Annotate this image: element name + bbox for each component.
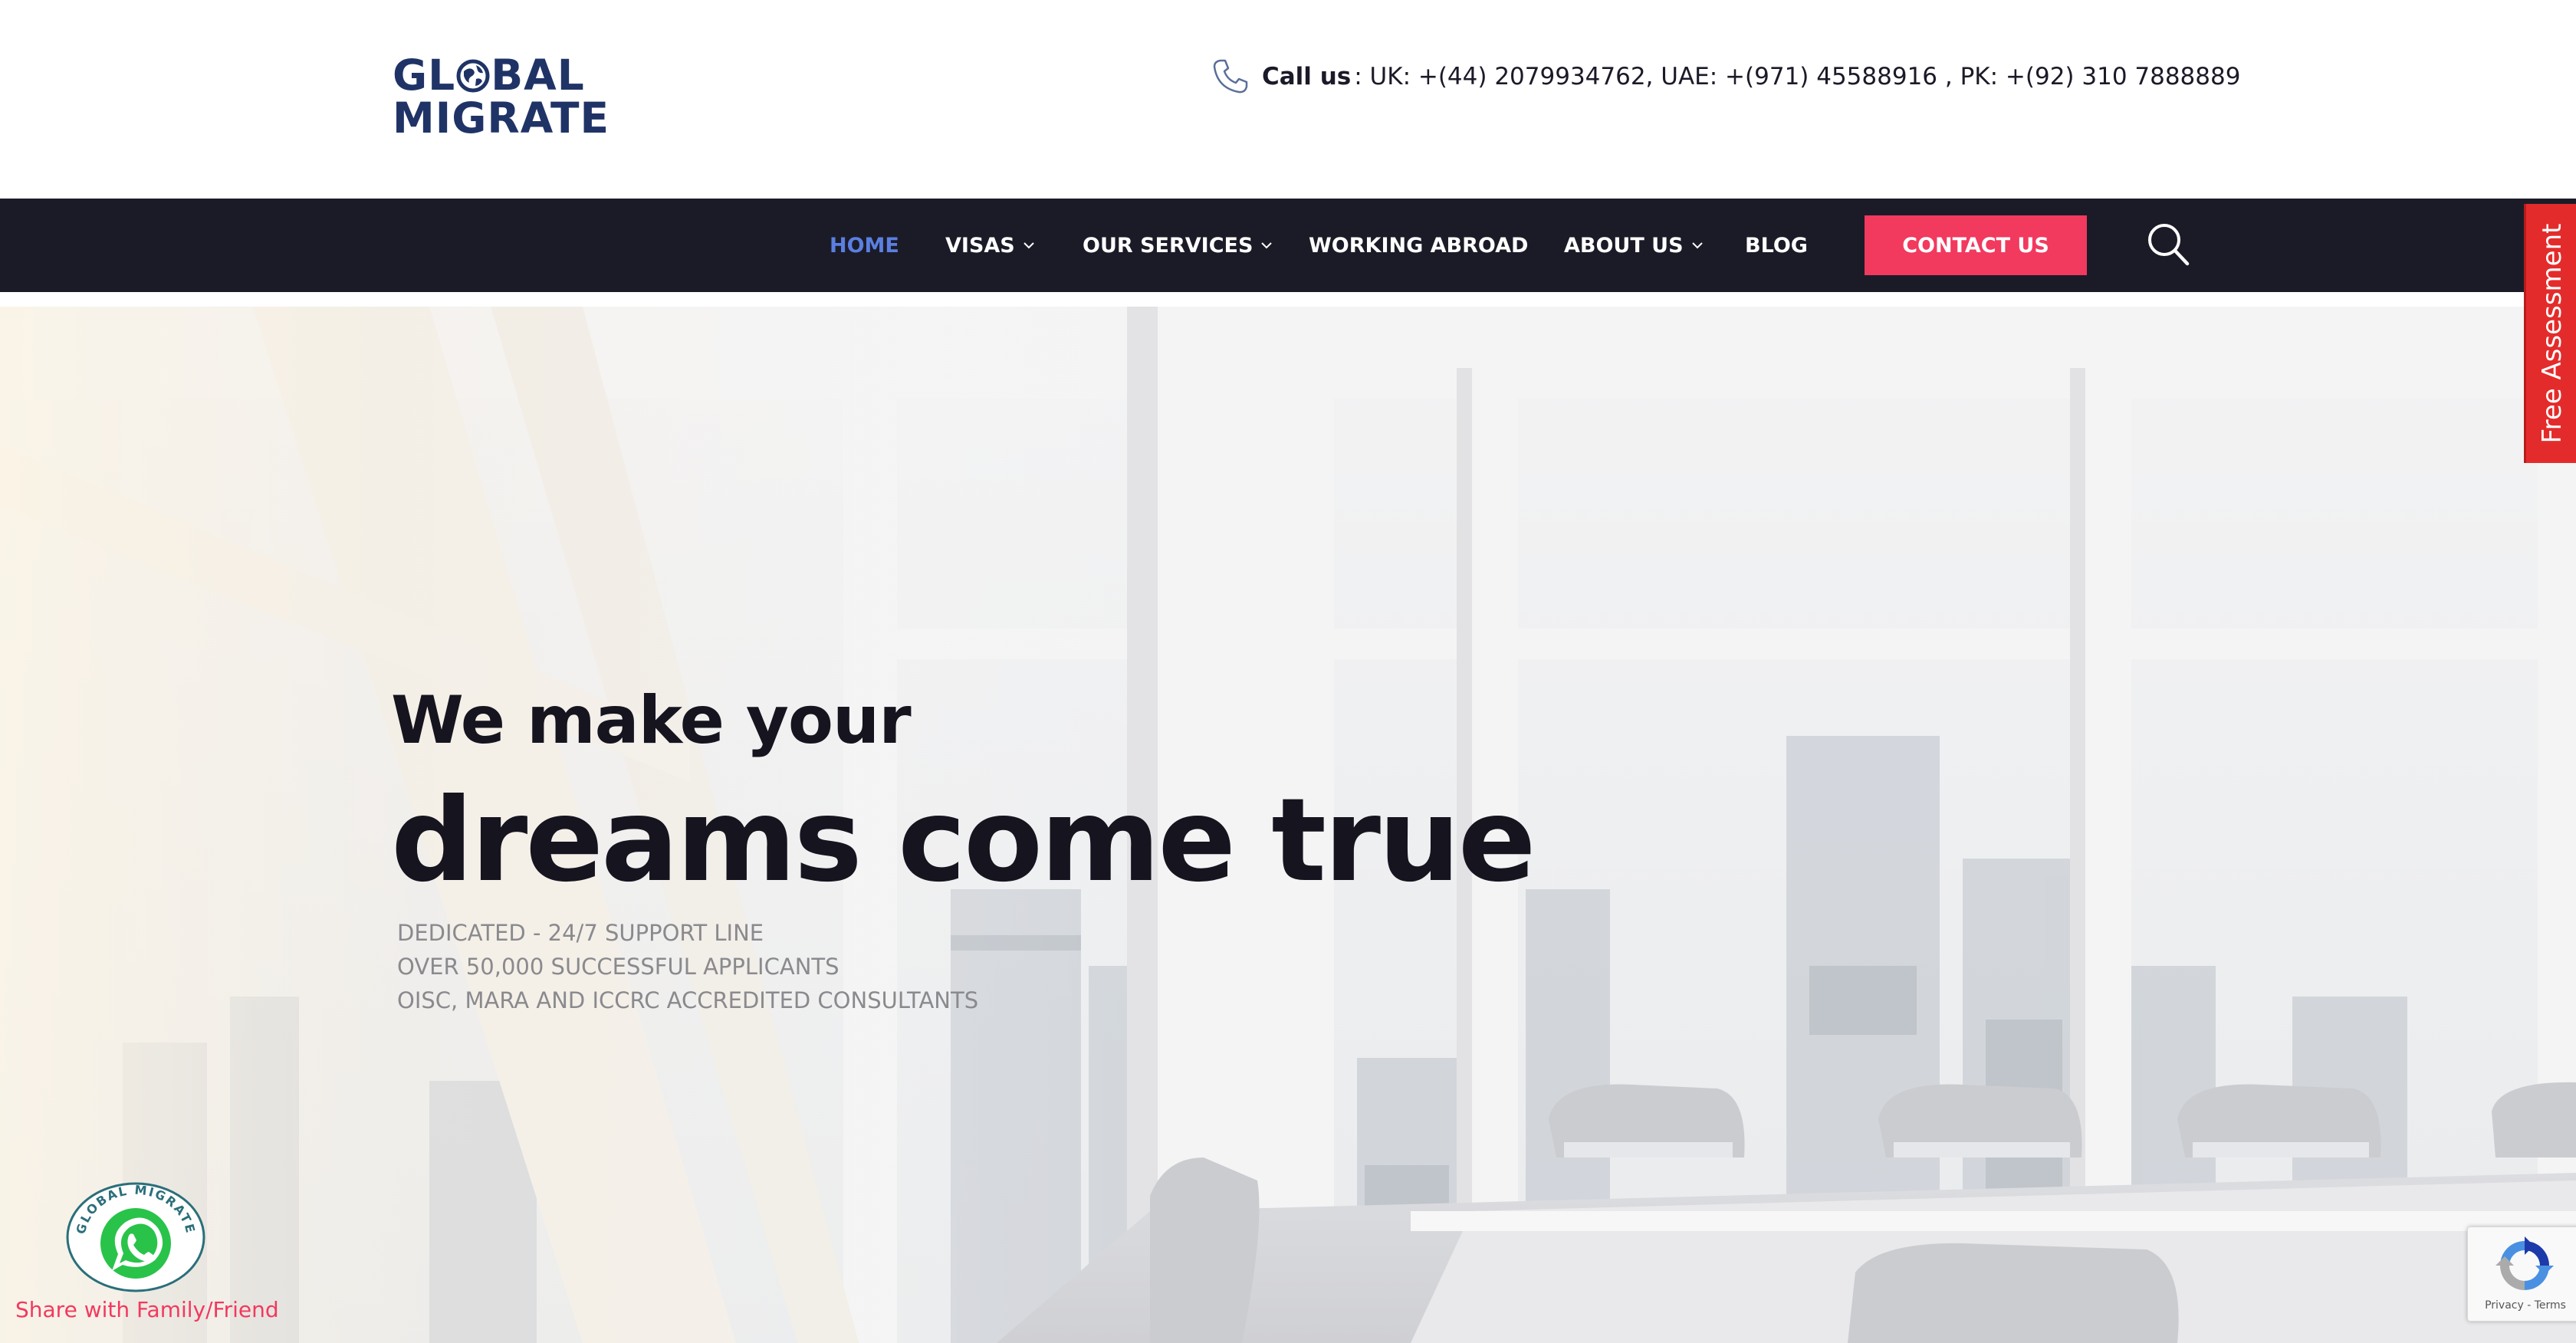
nav-item-label: OUR SERVICES [1083,233,1254,258]
nav-item-working-abroad[interactable]: WORKING ABROAD [1309,199,1528,292]
free-assessment-label: Free Assessment [2537,223,2568,444]
chevron-down-icon [1691,242,1703,249]
recaptcha-icon [2496,1236,2554,1290]
nav-item-label: WORKING ABROAD [1309,233,1529,258]
nav-item-label: VISAS [945,233,1015,258]
globe-icon [456,59,490,93]
phone-numbers[interactable]: : UK: +(44) 2079934762, UAE: +(971) 4558… [1354,63,2240,90]
whatsapp-share-text: Share with Family/Friend [15,1297,279,1322]
nav-item-about-us[interactable]: ABOUT US [1564,199,1704,292]
hero-section: We make your dreams come true DEDICATED … [0,307,2576,1343]
hero-feature: DEDICATED - 24/7 SUPPORT LINE [397,920,764,946]
free-assessment-tab[interactable]: Free Assessment [2524,204,2576,463]
chevron-down-icon [1261,242,1273,249]
nav-item-label: HOME [830,233,899,258]
hero-title-large: dreams come true [391,774,1536,908]
nav-item-visas[interactable]: VISAS [945,199,1035,292]
chevron-down-icon [1024,242,1034,249]
nav-item-our-services[interactable]: OUR SERVICES [1083,199,1273,292]
recaptcha-links[interactable]: Privacy - Terms [2468,1299,2576,1312]
nav-item-label: ABOUT US [1564,233,1684,258]
contact-bar: Call us : UK: +(44) 2079934762, UAE: +(9… [1210,55,2240,98]
nav-item-home[interactable]: HOME [830,199,899,292]
hero-feature: OISC, MARA AND ICCRC ACCREDITED CONSULTA… [397,987,979,1013]
top-header: GL BAL MIGRATE Call us : UK: +(44) 207993… [0,0,2576,199]
contact-us-button[interactable]: CONTACT US [1865,215,2087,275]
phone-icon [1213,59,1248,94]
hero-feature: OVER 50,000 SUCCESSFUL APPLICANTS [397,954,840,980]
recaptcha-badge[interactable]: Privacy - Terms [2467,1226,2576,1322]
logo-line-1: GL BAL [393,51,585,100]
hero-title-small: We make your [391,682,912,759]
whatsapp-share-widget[interactable]: GLOBAL MIGRATE Share with Family/Friend [0,1180,307,1343]
nav-item-label: BLOG [1745,233,1808,258]
search-icon[interactable] [2145,221,2191,268]
whatsapp-icon: GLOBAL MIGRATE [66,1182,205,1292]
logo-line-2: MIGRATE [393,94,610,143]
call-us-label: Call us [1262,63,1352,90]
nav-item-blog[interactable]: BLOG [1745,199,1808,292]
site-logo[interactable]: GL BAL MIGRATE [393,51,610,146]
page: GL BAL MIGRATE Call us : UK: +(44) 207993… [0,0,2576,1343]
